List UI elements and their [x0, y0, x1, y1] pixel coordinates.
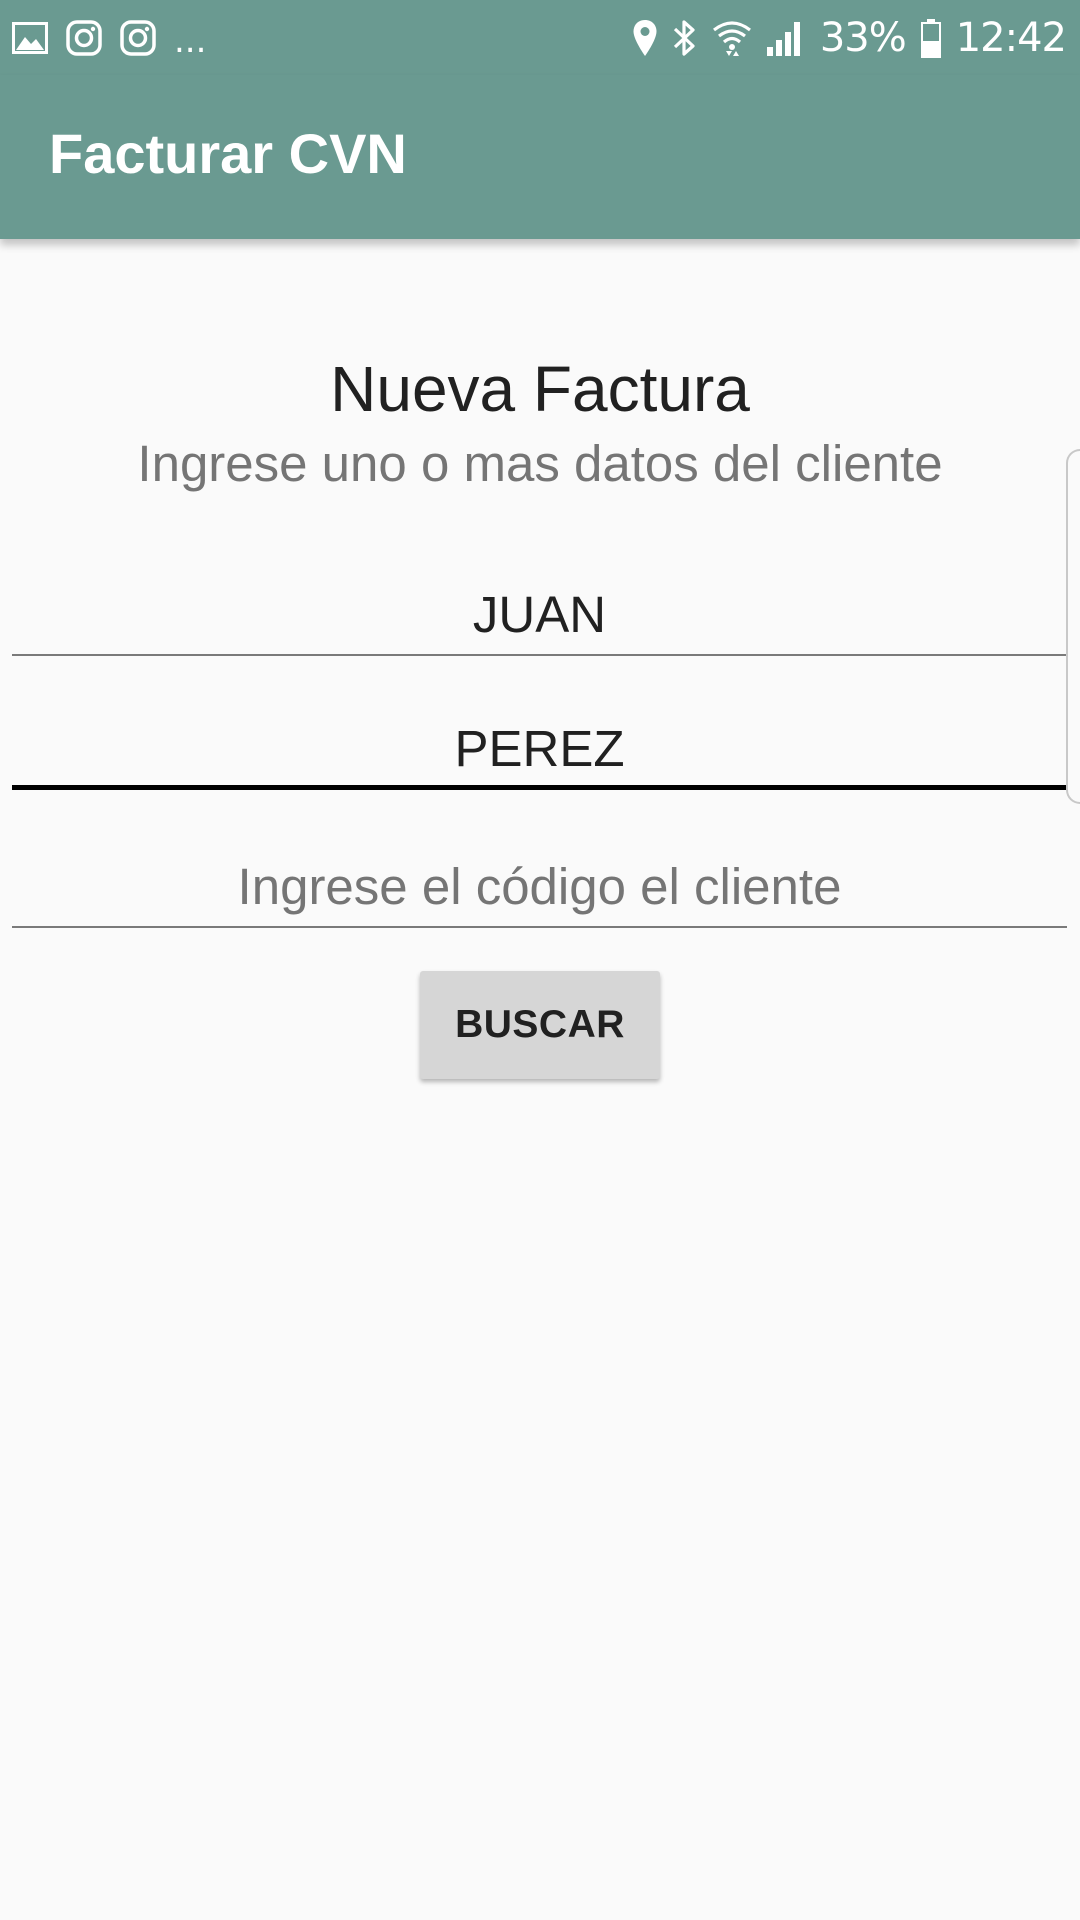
status-bar-notifications: ... [12, 16, 207, 61]
client-code-underline [12, 926, 1067, 928]
client-surname-underline [12, 785, 1067, 790]
bluetooth-icon [672, 18, 698, 58]
wifi-icon [712, 19, 752, 57]
status-bar-system: 33% 12:42 [632, 12, 1067, 64]
edge-panel-handle[interactable] [1066, 449, 1080, 804]
client-code-field[interactable] [12, 818, 1067, 928]
status-bar: ... 33% 12:42 [0, 0, 1080, 75]
battery-percent: 33% [819, 15, 907, 61]
cellular-signal-icon [766, 19, 806, 57]
app-title: Facturar CVN [49, 122, 407, 185]
client-name-field[interactable] [12, 546, 1067, 656]
page-subheading: Ingrese uno o mas datos del cliente [137, 435, 943, 492]
client-name-underline [12, 654, 1067, 656]
more-notifications-icon: ... [174, 21, 207, 61]
main-content: Nueva Factura Ingrese uno o mas datos de… [0, 239, 1080, 1920]
client-surname-input[interactable] [12, 680, 1067, 790]
clock: 12:42 [955, 15, 1067, 61]
client-surname-field[interactable] [12, 680, 1067, 790]
client-code-input[interactable] [12, 818, 1067, 928]
location-pin-icon [632, 19, 658, 57]
instagram-icon [120, 20, 156, 56]
battery-icon [920, 18, 942, 58]
page-heading: Nueva Factura [330, 353, 750, 425]
search-button[interactable]: BUSCAR [420, 971, 660, 1079]
app-bar: Facturar CVN [0, 75, 1080, 239]
client-name-input[interactable] [12, 546, 1067, 656]
image-icon [12, 22, 48, 54]
instagram-icon [66, 20, 102, 56]
